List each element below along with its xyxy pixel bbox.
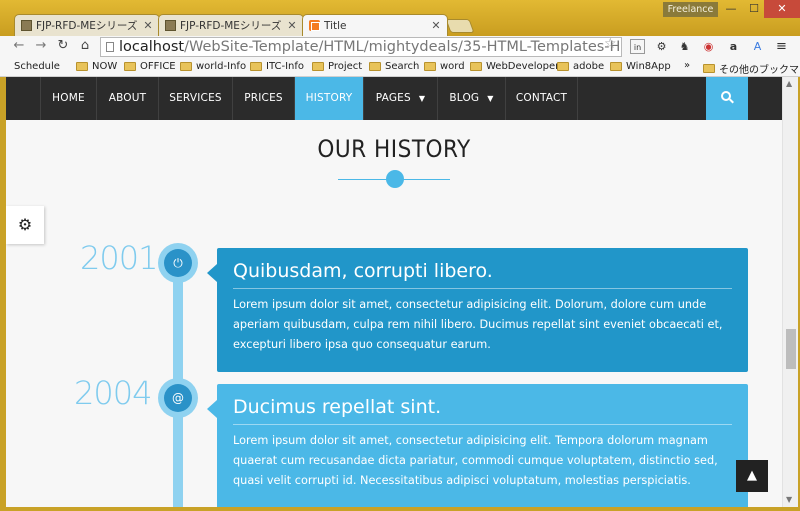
folder-icon: [610, 62, 622, 71]
folder-icon: [369, 62, 381, 71]
spiral-icon: @: [164, 384, 192, 412]
bookmark-folder[interactable]: NOW: [76, 61, 117, 72]
nav-item-label: BLOG: [449, 92, 480, 104]
extension-icon[interactable]: in: [630, 39, 645, 54]
tab-title: FJP-RFD-MEシリーズ【従来: [36, 20, 140, 32]
address-bar[interactable]: localhost/WebSite-Template/HTML/mightyde…: [100, 37, 622, 57]
timeline-card-title: Quibusdam, corrupti libero.: [233, 260, 493, 282]
nav-item-prices[interactable]: PRICES: [233, 77, 295, 120]
timeline-year: 2004: [74, 374, 152, 412]
bookmark-star-icon[interactable]: ☆: [604, 36, 617, 52]
browser-titlebar: FJP-RFD-MEシリーズ【従来 ✕ FJP-RFD-MEシリーズ【従来 ✕ …: [0, 0, 800, 36]
search-button[interactable]: [706, 77, 748, 120]
url-host: localhost: [119, 39, 185, 55]
bookmark-folder[interactable]: WebDeveloper: [470, 61, 559, 72]
bookmarks-bar: Schedule NOW OFFICE world-Info ITC-Info …: [0, 58, 800, 77]
extension-icon[interactable]: ◉: [701, 39, 716, 54]
cog-icon: [388, 172, 402, 186]
nav-item-history[interactable]: HISTORY: [295, 77, 364, 120]
bookmark-folder[interactable]: OFFICE: [124, 61, 176, 72]
timeline-card: Quibusdam, corrupti libero. Lorem ipsum …: [207, 248, 748, 372]
translate-icon[interactable]: A: [750, 39, 765, 54]
bookmark-folder[interactable]: Project: [312, 61, 362, 72]
close-icon[interactable]: ✕: [431, 19, 441, 32]
profile-badge[interactable]: Freelance: [663, 2, 718, 17]
timeline-year: 2001: [80, 239, 158, 277]
menu-icon[interactable]: ≡: [774, 39, 789, 54]
scroll-up-arrow-icon[interactable]: ▲: [786, 79, 792, 88]
back-to-top-button[interactable]: ▲: [736, 460, 768, 492]
chevron-down-icon: ▼: [418, 94, 426, 103]
close-icon[interactable]: ✕: [143, 19, 153, 32]
nav-item-pages[interactable]: PAGES ▼: [364, 77, 438, 120]
folder-icon: [312, 62, 324, 71]
gear-icon: ⚙: [17, 215, 33, 234]
bookmarks-overflow[interactable]: »: [684, 60, 690, 71]
minimize-button[interactable]: —: [718, 0, 744, 18]
timeline-card-title: Ducimus repellat sint.: [233, 396, 442, 418]
bookmark-folder[interactable]: world-Info: [180, 61, 246, 72]
page-icon: [21, 20, 32, 31]
close-icon[interactable]: ✕: [287, 19, 297, 32]
nav-item-services[interactable]: SERVICES: [159, 77, 233, 120]
tab-title: FJP-RFD-MEシリーズ【従来: [180, 20, 284, 32]
browser-tab-active[interactable]: Title ✕: [302, 14, 448, 36]
scroll-down-arrow-icon[interactable]: ▼: [786, 495, 792, 504]
extension-icon[interactable]: ♞: [677, 39, 692, 54]
folder-icon: [76, 62, 88, 71]
maximize-button[interactable]: ☐: [744, 0, 764, 18]
chevron-up-icon: ▲: [747, 468, 757, 483]
folder-icon: [180, 62, 192, 71]
folder-icon: [557, 62, 569, 71]
window-close-button[interactable]: ✕: [764, 0, 800, 18]
xampp-icon: [309, 20, 320, 31]
forward-arrow-icon[interactable]: →: [32, 38, 50, 53]
timeline-card-text: Lorem ipsum dolor sit amet, consectetur …: [233, 434, 718, 487]
page-viewport: HOME ABOUT SERVICES PRICES HISTORY PAGES…: [6, 77, 782, 507]
page-icon: [106, 42, 114, 52]
folder-icon: [424, 62, 436, 71]
browser-toolbar: ← → ↻ ⌂ localhost/WebSite-Template/HTML/…: [0, 36, 800, 58]
power-icon: ⏻: [164, 249, 192, 277]
folder-icon: [124, 62, 136, 71]
timeline-card: Ducimus repellat sint. Lorem ipsum dolor…: [207, 384, 748, 507]
other-bookmarks[interactable]: その他のブックマーク: [703, 61, 800, 76]
page-scrollbar[interactable]: ▲ ▼: [782, 77, 798, 507]
folder-icon: [703, 64, 715, 73]
nav-item-blog[interactable]: BLOG ▼: [438, 77, 506, 120]
scrollbar-thumb[interactable]: [786, 329, 796, 369]
nav-item-contact[interactable]: CONTACT: [506, 77, 578, 120]
settings-toggle[interactable]: ⚙: [6, 206, 44, 244]
tab-title: Title: [324, 19, 347, 32]
nav-item-label: PAGES: [375, 92, 411, 104]
bookmark-folder[interactable]: word: [424, 61, 465, 72]
bookmark-folder[interactable]: Search: [369, 61, 419, 72]
bookmark-item[interactable]: Schedule: [10, 61, 60, 72]
browser-tab-2[interactable]: FJP-RFD-MEシリーズ【従来 ✕: [158, 14, 304, 36]
chevron-down-icon: ▼: [487, 94, 494, 103]
amazon-icon[interactable]: a: [726, 39, 741, 54]
page-icon: [165, 20, 176, 31]
bookmark-folder[interactable]: Win8App: [610, 61, 671, 72]
back-arrow-icon[interactable]: ←: [10, 38, 28, 53]
site-navbar: HOME ABOUT SERVICES PRICES HISTORY PAGES…: [6, 77, 782, 120]
section-title: OUR HISTORY: [317, 135, 471, 163]
browser-tab-1[interactable]: FJP-RFD-MEシリーズ【従来 ✕: [14, 14, 160, 36]
nav-item-home[interactable]: HOME: [40, 77, 97, 120]
timeline-dot: ⏻: [158, 243, 198, 283]
bookmark-folder[interactable]: ITC-Info: [250, 61, 304, 72]
reload-icon[interactable]: ↻: [54, 38, 72, 53]
folder-icon: [250, 62, 262, 71]
bookmark-folder[interactable]: adobe: [557, 61, 604, 72]
home-icon[interactable]: ⌂: [76, 38, 94, 53]
search-icon: [721, 91, 731, 101]
folder-icon: [470, 62, 482, 71]
url-path: /WebSite-Template/HTML/mightydeals/35-HT…: [184, 39, 621, 55]
nav-item-about[interactable]: ABOUT: [97, 77, 159, 120]
timeline-dot: @: [158, 378, 198, 418]
gear-icon[interactable]: ⚙: [654, 39, 669, 54]
timeline-card-text: Lorem ipsum dolor sit amet, consectetur …: [233, 298, 723, 351]
new-tab-button[interactable]: [445, 19, 475, 33]
